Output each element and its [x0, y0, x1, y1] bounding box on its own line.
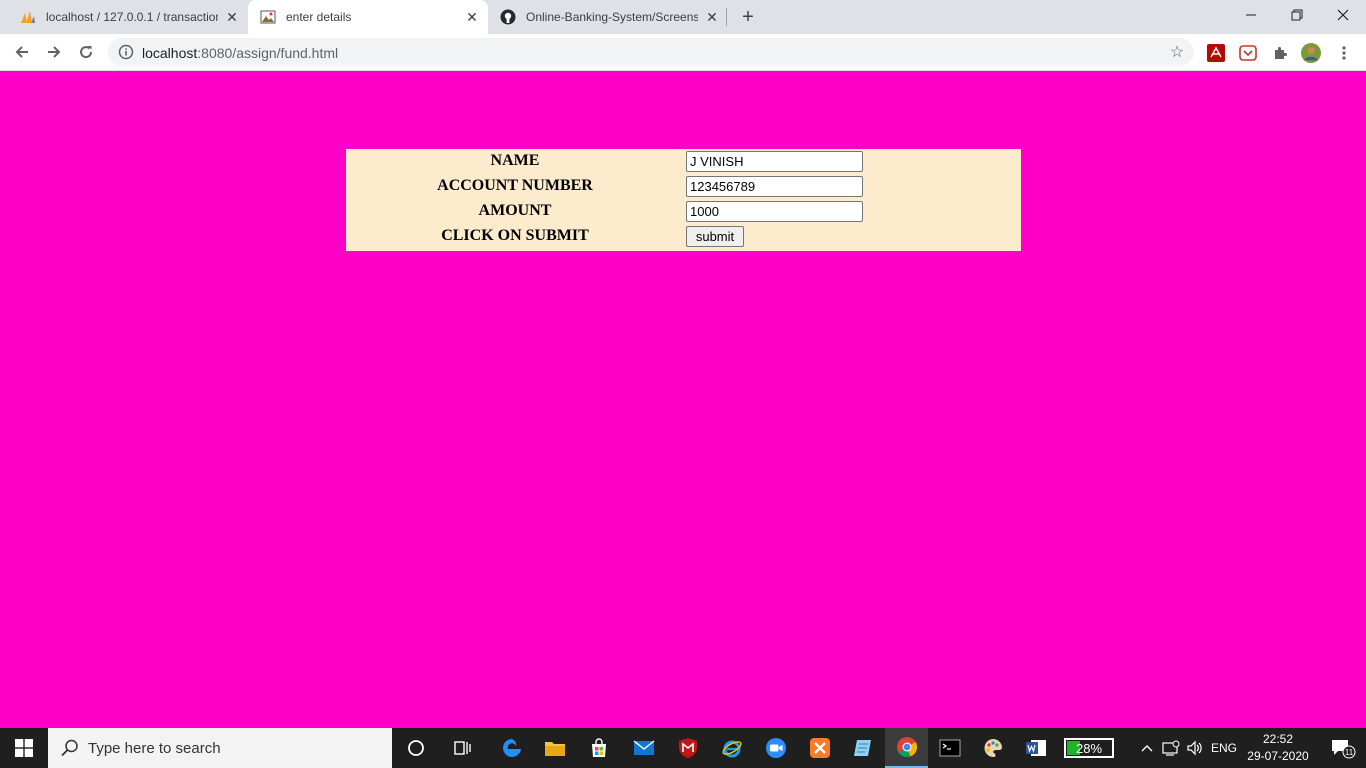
close-tab-icon[interactable]: ✕: [224, 9, 240, 25]
notepad-icon[interactable]: [841, 728, 884, 768]
click-on-submit-label: CLICK ON SUBMIT: [441, 227, 589, 244]
command-prompt-icon[interactable]: [928, 728, 971, 768]
amount-row: AMOUNT: [346, 199, 1021, 224]
network-icon[interactable]: [1160, 728, 1182, 768]
bookmark-star-icon[interactable]: ☆: [1168, 43, 1186, 61]
github-icon: [500, 9, 516, 25]
tab-title: enter details: [286, 10, 352, 24]
paint-icon[interactable]: [971, 728, 1014, 768]
profile-avatar-icon[interactable]: [1301, 43, 1321, 63]
file-explorer-icon[interactable]: [533, 728, 576, 768]
search-icon: [60, 738, 80, 758]
page-content: NAME ACCOUNT NUMBER AMOUNT CLICK ON SUBM…: [0, 72, 1366, 728]
action-center-icon[interactable]: 11: [1320, 728, 1366, 768]
xampp-icon[interactable]: [798, 728, 841, 768]
name-row: NAME: [346, 149, 1021, 174]
task-view-icon[interactable]: [441, 728, 484, 768]
windows-taskbar: Type here to search 28% ENG 22:52 29-07-…: [0, 728, 1366, 768]
language-indicator[interactable]: ENG: [1208, 728, 1240, 768]
account-number-input[interactable]: [686, 176, 863, 197]
back-arrow-icon[interactable]: [8, 38, 36, 66]
tab-github[interactable]: Online-Banking-System/Screensh ✕: [488, 0, 728, 34]
forward-arrow-icon[interactable]: [40, 38, 68, 66]
notification-count: 11: [1345, 748, 1354, 757]
minimize-icon[interactable]: [1228, 0, 1274, 30]
volume-icon[interactable]: [1183, 728, 1207, 768]
restore-icon[interactable]: [1274, 0, 1320, 30]
pocket-extension-icon[interactable]: [1238, 43, 1258, 63]
url-path: :8080/assign/fund.html: [197, 45, 339, 61]
new-tab-button[interactable]: +: [736, 5, 760, 29]
battery-indicator[interactable]: 28%: [1064, 738, 1114, 758]
chrome-menu-icon[interactable]: [1334, 43, 1354, 63]
word-icon[interactable]: [1014, 728, 1057, 768]
phpmyadmin-icon: [20, 9, 36, 25]
cortana-icon[interactable]: [394, 728, 437, 768]
mail-icon[interactable]: [622, 728, 665, 768]
tab-separator: [726, 8, 727, 26]
amount-label: AMOUNT: [478, 202, 552, 219]
reload-icon[interactable]: [72, 38, 100, 66]
tab-enter-details[interactable]: enter details ✕: [248, 0, 488, 34]
windows-start-icon[interactable]: [0, 728, 48, 768]
browser-tab-strip: localhost / 127.0.0.1 / transaction ✕ en…: [0, 0, 1366, 34]
battery-percent: 28%: [1075, 740, 1103, 756]
edge-browser-icon[interactable]: [490, 728, 533, 768]
search-placeholder: Type here to search: [88, 739, 221, 757]
close-tab-icon[interactable]: ✕: [464, 9, 480, 25]
zoom-icon[interactable]: [754, 728, 797, 768]
address-bar[interactable]: localhost:8080/assign/fund.html ☆: [108, 38, 1194, 66]
account-number-row: ACCOUNT NUMBER: [346, 174, 1021, 199]
amount-input[interactable]: [686, 201, 863, 222]
clock-time: 22:52: [1262, 732, 1294, 746]
acrobat-extension-icon[interactable]: [1206, 43, 1226, 63]
fund-transfer-form: NAME ACCOUNT NUMBER AMOUNT CLICK ON SUBM…: [346, 149, 1021, 251]
microsoft-store-icon[interactable]: [577, 728, 620, 768]
taskbar-search-box[interactable]: Type here to search: [48, 728, 392, 768]
mcafee-icon[interactable]: [666, 728, 709, 768]
tab-title: localhost / 127.0.0.1 / transaction: [46, 10, 218, 24]
show-hidden-icons-chevron-up-icon[interactable]: [1136, 728, 1158, 768]
account-number-label: ACCOUNT NUMBER: [437, 177, 593, 194]
url-host: localhost: [142, 45, 198, 61]
name-input[interactable]: [686, 151, 863, 172]
page-image-icon: [260, 9, 276, 25]
system-clock[interactable]: 22:52 29-07-2020: [1240, 731, 1316, 765]
tab-phpmyadmin[interactable]: localhost / 127.0.0.1 / transaction ✕: [8, 0, 248, 34]
close-window-icon[interactable]: [1320, 0, 1366, 30]
info-icon[interactable]: [118, 44, 134, 60]
browser-toolbar: localhost:8080/assign/fund.html ☆: [0, 34, 1366, 71]
name-label: NAME: [490, 152, 540, 169]
chrome-icon[interactable]: [885, 728, 928, 768]
tab-title: Online-Banking-System/Screensh: [526, 10, 698, 24]
submit-button[interactable]: submit: [686, 226, 744, 247]
submit-row: CLICK ON SUBMIT submit: [346, 224, 1021, 249]
extensions-puzzle-icon[interactable]: [1270, 43, 1290, 63]
internet-explorer-icon[interactable]: [710, 728, 753, 768]
close-tab-icon[interactable]: ✕: [704, 9, 720, 25]
clock-date: 29-07-2020: [1247, 749, 1309, 763]
url-text: localhost:8080/assign/fund.html: [142, 45, 338, 61]
